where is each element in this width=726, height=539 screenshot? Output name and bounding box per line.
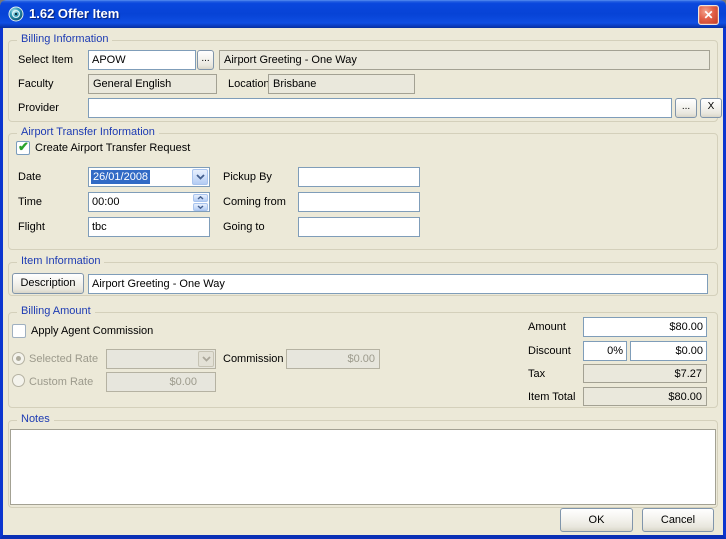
window-title: 1.62 Offer Item	[29, 0, 119, 28]
apply-commission-checkbox[interactable]	[12, 324, 26, 338]
going-to-label: Going to	[223, 217, 265, 237]
app-globe-icon	[8, 6, 24, 22]
cancel-button[interactable]: Cancel	[642, 508, 714, 532]
close-button[interactable]: ✕	[698, 5, 719, 25]
discount-amount-input[interactable]	[630, 341, 707, 361]
flight-input[interactable]	[88, 217, 210, 237]
chevron-down-icon	[196, 174, 205, 180]
select-item-label: Select Item	[18, 50, 73, 70]
coming-from-label: Coming from	[223, 192, 286, 212]
amount-label: Amount	[528, 317, 566, 337]
custom-rate-field: $0.00	[106, 372, 216, 392]
check-icon: ✔	[18, 139, 29, 155]
notes-textarea[interactable]	[10, 429, 716, 505]
item-total-readonly: $80.00	[583, 387, 707, 406]
time-value: 00:00	[92, 195, 120, 209]
item-description-readonly: Airport Greeting - One Way	[219, 50, 710, 70]
create-transfer-checkbox[interactable]: ✔	[16, 141, 30, 155]
location-label: Location	[228, 74, 270, 94]
custom-rate-label: Custom Rate	[29, 372, 93, 392]
time-spinner-field[interactable]: 00:00	[88, 192, 210, 212]
selected-rate-combobox	[106, 349, 216, 369]
discount-label: Discount	[528, 341, 571, 361]
chevron-up-icon	[197, 196, 204, 200]
apply-commission-label: Apply Agent Commission	[31, 321, 153, 341]
flight-label: Flight	[18, 217, 45, 237]
date-combobox[interactable]: 26/01/2008	[88, 167, 210, 187]
provider-input[interactable]	[88, 98, 672, 118]
pickup-by-label: Pickup By	[223, 167, 272, 187]
date-dropdown-button[interactable]	[192, 169, 208, 185]
commission-field: $0.00	[286, 349, 380, 369]
notes-title: Notes	[17, 413, 54, 425]
tax-readonly: $7.27	[583, 364, 707, 383]
faculty-readonly: General English	[88, 74, 217, 94]
billing-information-title: Billing Information	[17, 33, 112, 45]
date-label: Date	[18, 167, 41, 187]
item-information-title: Item Information	[17, 255, 104, 267]
coming-from-input[interactable]	[298, 192, 420, 212]
amount-input[interactable]	[583, 317, 707, 337]
select-item-browse-button[interactable]: ...	[197, 50, 214, 70]
commission-label: Commission	[223, 349, 284, 369]
provider-label: Provider	[18, 98, 59, 118]
selected-rate-dropdown-button	[198, 351, 214, 367]
close-icon: ✕	[703, 8, 713, 22]
billing-amount-title: Billing Amount	[17, 305, 95, 317]
chevron-down-icon	[197, 205, 204, 209]
faculty-label: Faculty	[18, 74, 53, 94]
time-up-button[interactable]	[193, 194, 208, 202]
create-transfer-label: Create Airport Transfer Request	[35, 138, 190, 158]
ok-button[interactable]: OK	[560, 508, 633, 532]
time-down-button[interactable]	[193, 203, 208, 211]
provider-clear-button[interactable]: X	[700, 98, 722, 118]
discount-percent-input[interactable]	[583, 341, 627, 361]
selected-rate-radio[interactable]	[12, 352, 25, 365]
select-item-input[interactable]	[88, 50, 196, 70]
selected-rate-label: Selected Rate	[29, 349, 98, 369]
tax-label: Tax	[528, 364, 545, 384]
description-button[interactable]: Description	[12, 273, 84, 294]
date-value: 26/01/2008	[91, 170, 150, 184]
time-label: Time	[18, 192, 42, 212]
custom-rate-radio[interactable]	[12, 374, 25, 387]
offer-item-dialog: 1.62 Offer Item ✕ Billing Information Se…	[0, 0, 726, 539]
airport-transfer-title: Airport Transfer Information	[17, 126, 159, 138]
item-total-label: Item Total	[528, 387, 576, 407]
location-readonly: Brisbane	[268, 74, 415, 94]
title-bar: 1.62 Offer Item ✕	[0, 0, 726, 28]
pickup-by-input[interactable]	[298, 167, 420, 187]
going-to-input[interactable]	[298, 217, 420, 237]
chevron-down-icon	[202, 356, 211, 362]
provider-browse-button[interactable]: ...	[675, 98, 697, 118]
description-input[interactable]	[88, 274, 708, 294]
